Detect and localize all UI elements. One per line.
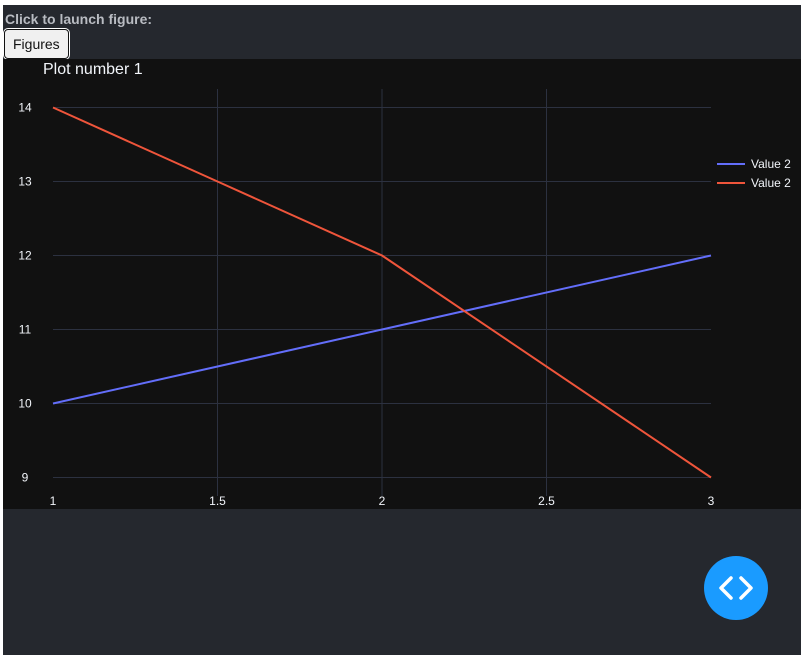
y-tick-label: 9: [22, 471, 29, 485]
code-toggle-button[interactable]: [704, 556, 768, 620]
x-tick-label: 3: [708, 494, 715, 508]
x-tick-label: 1.5: [209, 494, 226, 508]
y-tick-label: 10: [18, 397, 32, 411]
legend-label-1[interactable]: Value 2: [751, 157, 791, 171]
y-tick-label: 11: [19, 323, 32, 337]
launch-label: Click to launch figure:: [5, 11, 153, 27]
x-tick-label: 2.5: [538, 494, 555, 508]
x-tick-label: 2: [379, 494, 386, 508]
figures-button[interactable]: Figures: [3, 28, 70, 60]
legend-label-2[interactable]: Value 2: [751, 176, 791, 190]
y-tick-label: 12: [18, 249, 32, 263]
y-tick-label: 14: [18, 101, 32, 115]
app-frame: Click to launch figure: Figures Plot num…: [3, 5, 801, 655]
code-icon: [719, 576, 753, 600]
y-tick-label: 13: [18, 175, 32, 189]
line-chart: Plot number 1 1 1.5 2 2.5 3 9 10 11 12 13 14 Valu…: [18, 61, 791, 508]
x-tick-label: 1: [50, 494, 57, 508]
chart-title: Plot number 1: [43, 61, 143, 78]
plot-area: Plot number 1 1 1.5 2 2.5 3 9 10 11 12 13 14 Valu…: [3, 59, 801, 509]
